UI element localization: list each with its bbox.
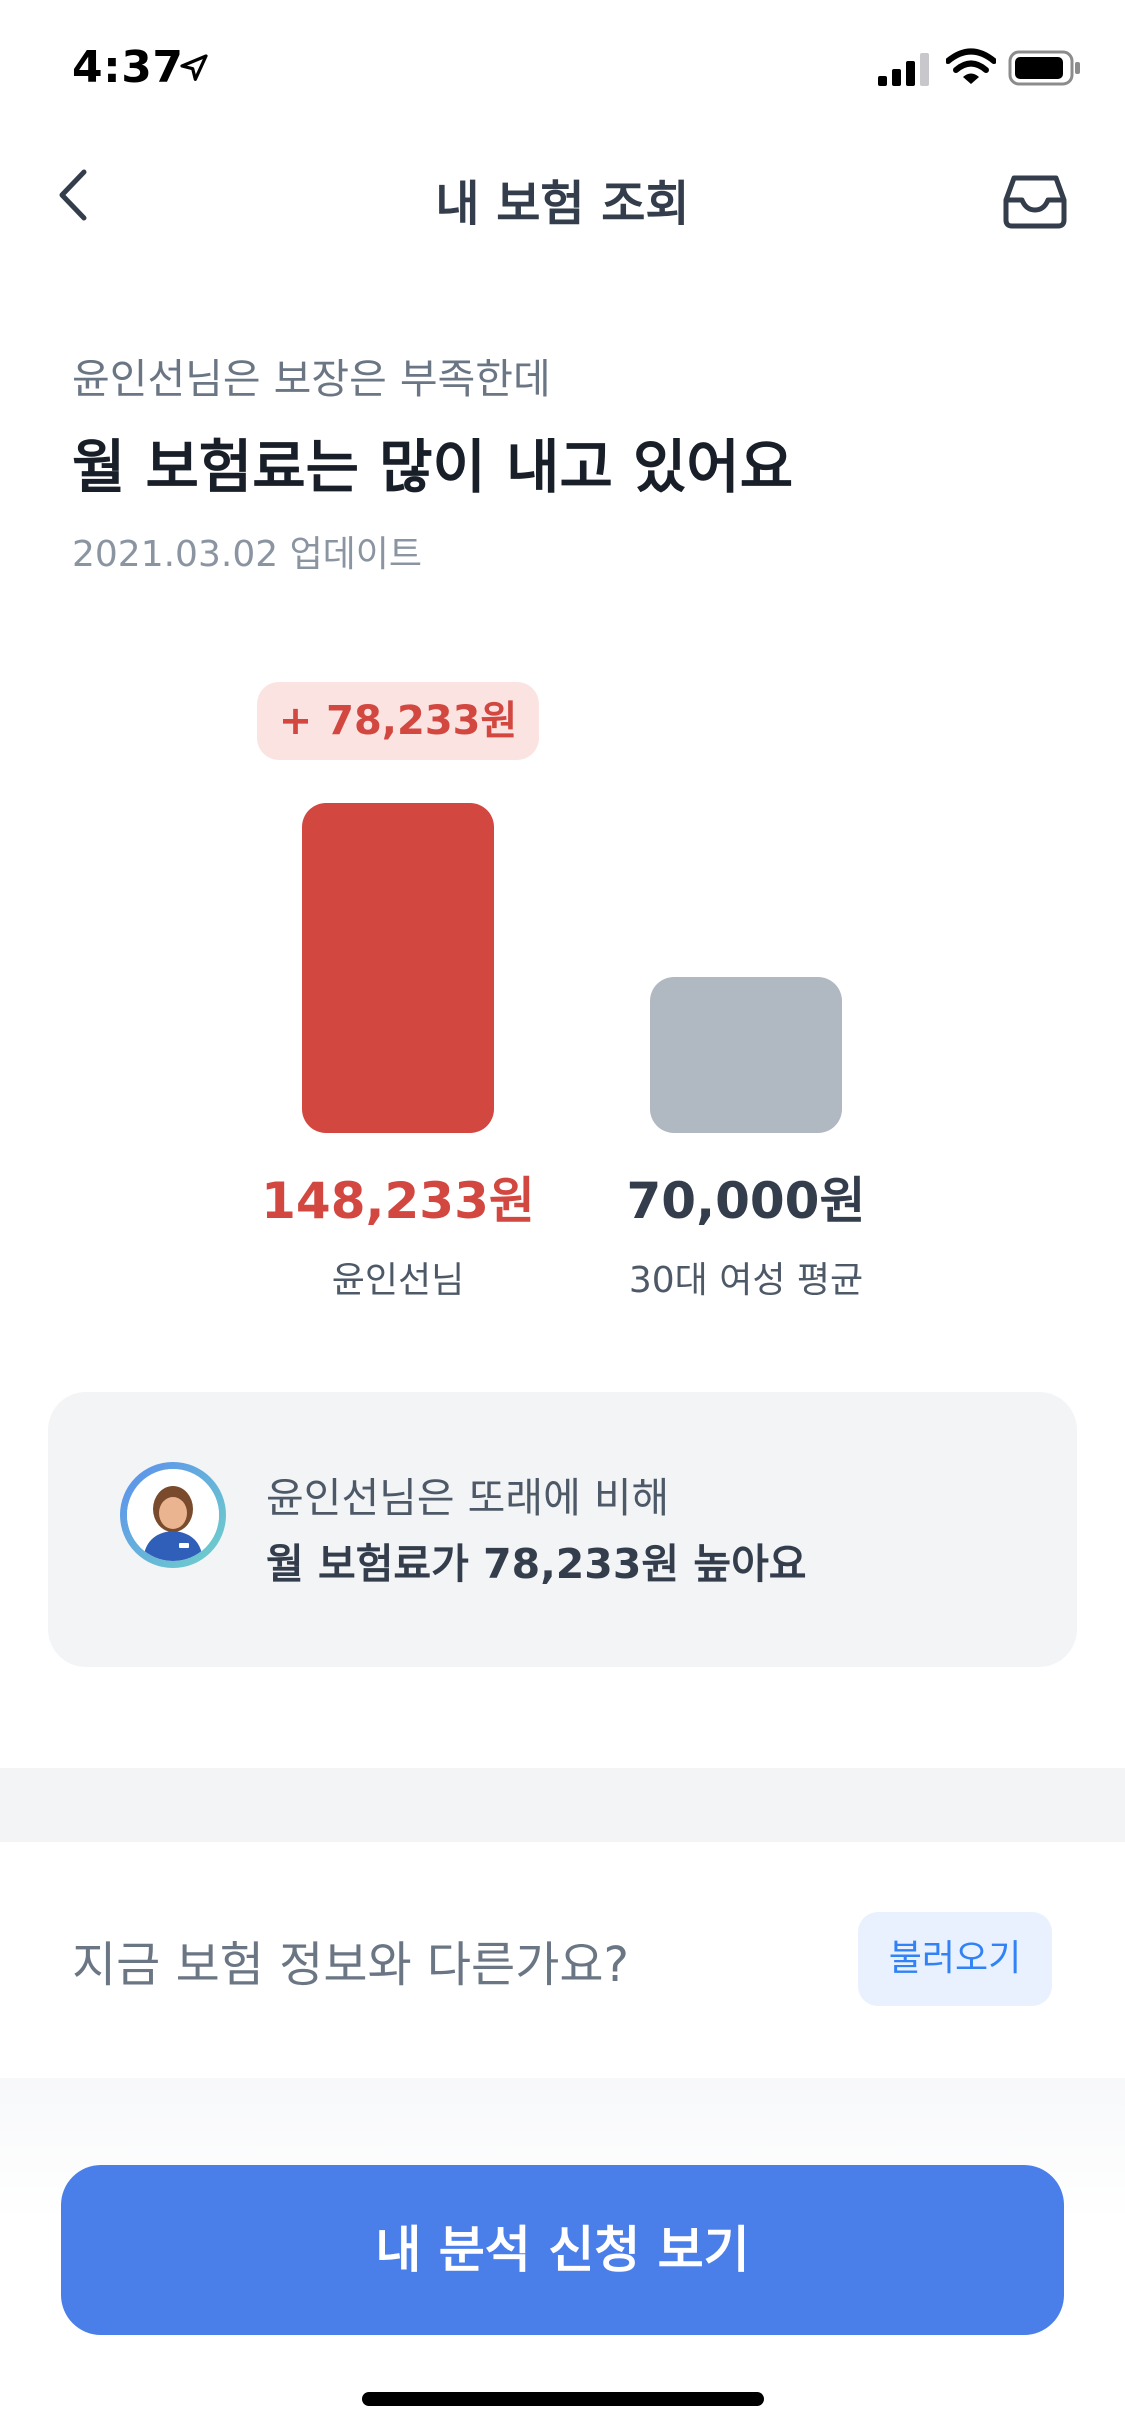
load-button[interactable]: 불러오기: [858, 1912, 1052, 2006]
view-analysis-request-button[interactable]: 내 분석 신청 보기: [61, 2165, 1064, 2335]
home-indicator: [362, 2392, 764, 2406]
difference-badge: + 78,233원: [257, 682, 539, 760]
update-date: 2021.03.02 업데이트: [72, 534, 423, 575]
nav-bar: 내 보험 조회: [0, 140, 1125, 250]
page-title: 내 보험 조회: [435, 176, 690, 232]
wifi-icon: [946, 48, 996, 84]
avatar: [120, 1462, 226, 1568]
battery-icon: [1008, 50, 1080, 86]
premium-comparison-chart: + 78,233원 148,233원윤인선님 70,000원 30대 여성 평균: [0, 660, 1125, 1320]
inbox-tray-icon: [1003, 175, 1067, 229]
chart-bar: [302, 803, 494, 1133]
user-avatar-icon: [127, 1469, 219, 1561]
comparison-text: 윤인선님은 또래에 비해: [266, 1474, 670, 1522]
info-mismatch-question: 지금 보험 정보와 다른가요?: [72, 1937, 630, 1993]
chart-bar: [650, 977, 842, 1133]
bar-value-label: 70,000원: [626, 1172, 866, 1230]
headline: 월 보험료는 많이 내고 있어요: [72, 433, 794, 501]
comparison-highlight: 월 보험료가 78,233원 높아요: [266, 1540, 807, 1588]
status-bar: 4:37: [0, 0, 1125, 140]
status-time: 4:37: [72, 42, 184, 93]
bar-category-label: 윤인선님: [331, 1260, 465, 1301]
comparison-card: 윤인선님은 또래에 비해 월 보험료가 78,233원 높아요: [48, 1392, 1077, 1667]
location-arrow-icon: [180, 54, 208, 81]
section-divider: [0, 1768, 1125, 1842]
inbox-button[interactable]: [1000, 164, 1070, 234]
cellular-signal-icon: [878, 53, 929, 86]
bar-value-label: 148,233원: [261, 1172, 535, 1230]
bar-category-label: 30대 여성 평균: [628, 1260, 864, 1301]
headline-subtitle: 윤인선님은 보장은 부족한데: [72, 355, 551, 403]
